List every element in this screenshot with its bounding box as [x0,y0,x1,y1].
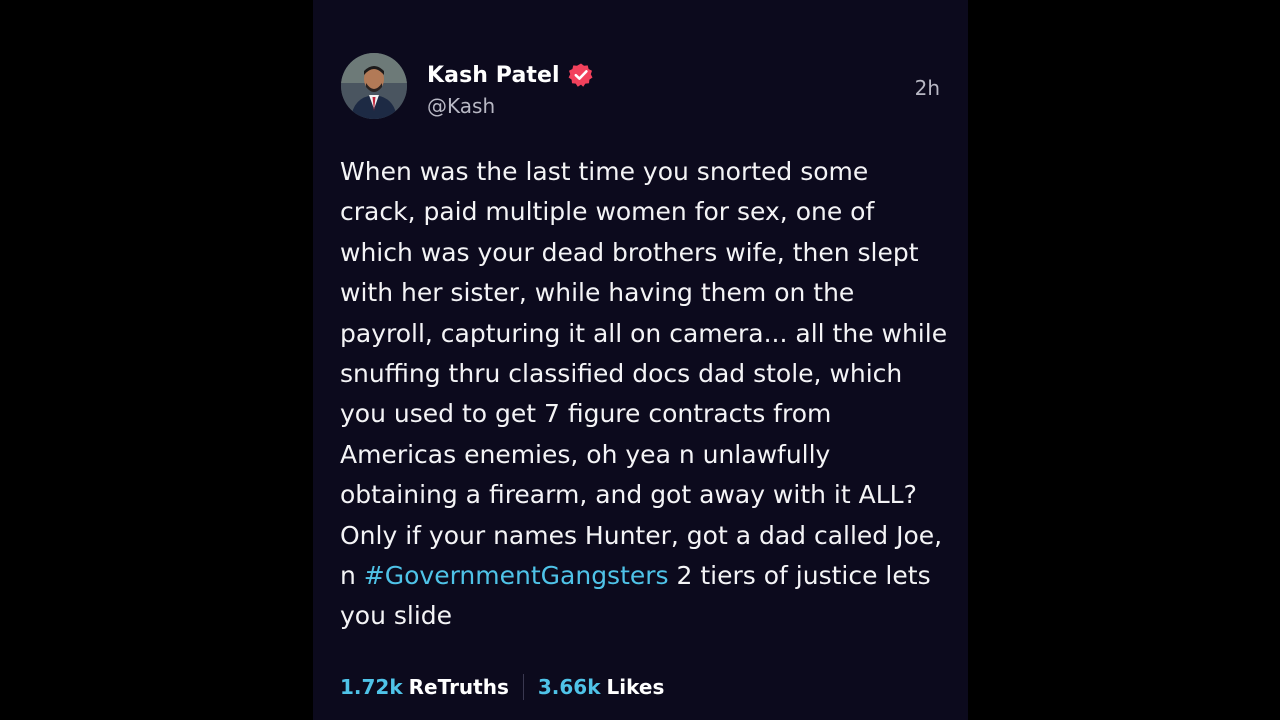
screen: Kash Patel @Kash 2h When was the last ti… [0,0,1280,720]
avatar[interactable] [341,53,407,119]
post-timestamp[interactable]: 2h [915,76,940,100]
retruths-count: 1.72k [340,675,403,699]
stats-divider [522,674,524,700]
likes-stat[interactable]: 3.66k Likes [538,675,665,699]
author-name-row: Kash Patel [427,60,594,90]
post-stats: 1.72k ReTruths 3.66k Likes [340,672,664,702]
verified-badge-icon [568,62,594,88]
post-text-part-1: When was the last time you snorted some … [340,157,948,591]
author-display-name[interactable]: Kash Patel [427,63,560,88]
likes-label: Likes [606,675,665,699]
post-card: Kash Patel @Kash 2h When was the last ti… [313,0,968,720]
likes-count: 3.66k [537,675,601,699]
author-handle[interactable]: @Kash [427,94,495,118]
profile-photo [341,53,407,119]
hashtag-link[interactable]: #GovernmentGangsters [364,561,669,590]
retruths-label: ReTruths [408,675,509,699]
retruths-stat[interactable]: 1.72k ReTruths [340,675,509,699]
post-body: When was the last time you snorted some … [340,152,950,637]
